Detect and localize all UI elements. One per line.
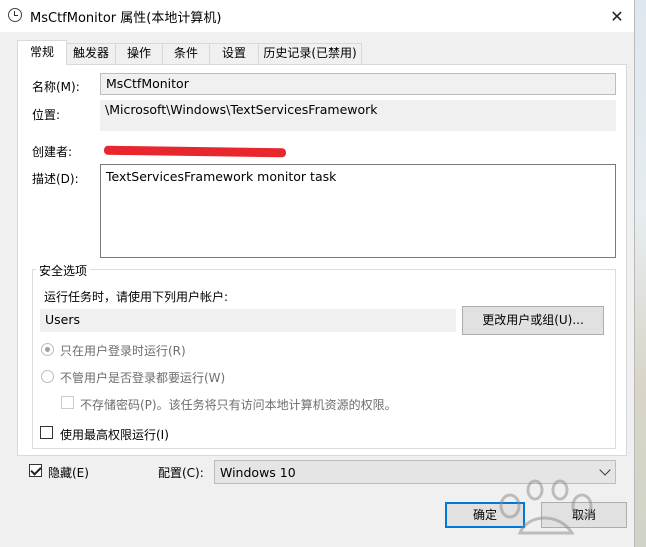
highest-privileges-checkbox[interactable]	[40, 426, 53, 439]
window-title: MsCtfMonitor 属性(本地计算机)	[30, 11, 222, 26]
author-label: 创建者:	[32, 145, 73, 159]
hidden-checkbox[interactable]	[29, 464, 42, 477]
do-not-store-password-label: 不存储密码(P)。该任务将只有访问本地计算机资源的权限。	[80, 398, 397, 412]
description-textarea[interactable]: TextServicesFramework monitor task	[100, 164, 616, 258]
name-field[interactable]: MsCtfMonitor	[100, 73, 616, 95]
location-field: \Microsoft\Windows\TextServicesFramework	[100, 100, 616, 131]
background-window-edge	[634, 0, 646, 547]
configure-label: 配置(C):	[158, 466, 204, 480]
run-when-logged-on-radio[interactable]	[41, 343, 54, 356]
run-as-label: 运行任务时，请使用下列用户帐户:	[44, 290, 229, 304]
do-not-store-password-checkbox[interactable]	[61, 396, 74, 409]
tab-history[interactable]: 历史记录(已禁用)	[258, 43, 362, 64]
run-whether-logged-on-radio[interactable]	[41, 370, 54, 383]
name-label: 名称(M):	[32, 80, 80, 94]
run-when-logged-on-label: 只在用户登录时运行(R)	[60, 344, 186, 358]
chevron-down-icon	[599, 464, 611, 476]
tab-general[interactable]: 常规	[17, 40, 67, 65]
location-label: 位置:	[32, 108, 61, 122]
tab-conditions[interactable]: 条件	[162, 43, 210, 64]
change-user-button[interactable]: 更改用户或组(U)...	[462, 306, 604, 335]
tab-settings[interactable]: 设置	[209, 43, 259, 64]
tab-actions[interactable]: 操作	[115, 43, 163, 64]
configure-selected-value: Windows 10	[220, 465, 296, 480]
properties-dialog: MsCtfMonitor 属性(本地计算机) ✕ 常规 触发器 操作 条件 设置…	[0, 0, 635, 547]
security-group-title: 安全选项	[36, 262, 91, 279]
title-bar: MsCtfMonitor 属性(本地计算机) ✕	[0, 0, 634, 32]
tab-triggers[interactable]: 触发器	[66, 43, 116, 64]
description-label: 描述(D):	[32, 172, 79, 186]
hidden-label: 隐藏(E)	[48, 466, 89, 480]
close-button[interactable]: ✕	[600, 0, 634, 32]
highest-privileges-label: 使用最高权限运行(I)	[60, 428, 169, 442]
watermark-logo	[499, 479, 593, 535]
clock-icon	[8, 8, 22, 22]
run-whether-logged-on-label: 不管用户是否登录都要运行(W)	[60, 371, 226, 385]
user-account-field: Users	[40, 309, 456, 332]
